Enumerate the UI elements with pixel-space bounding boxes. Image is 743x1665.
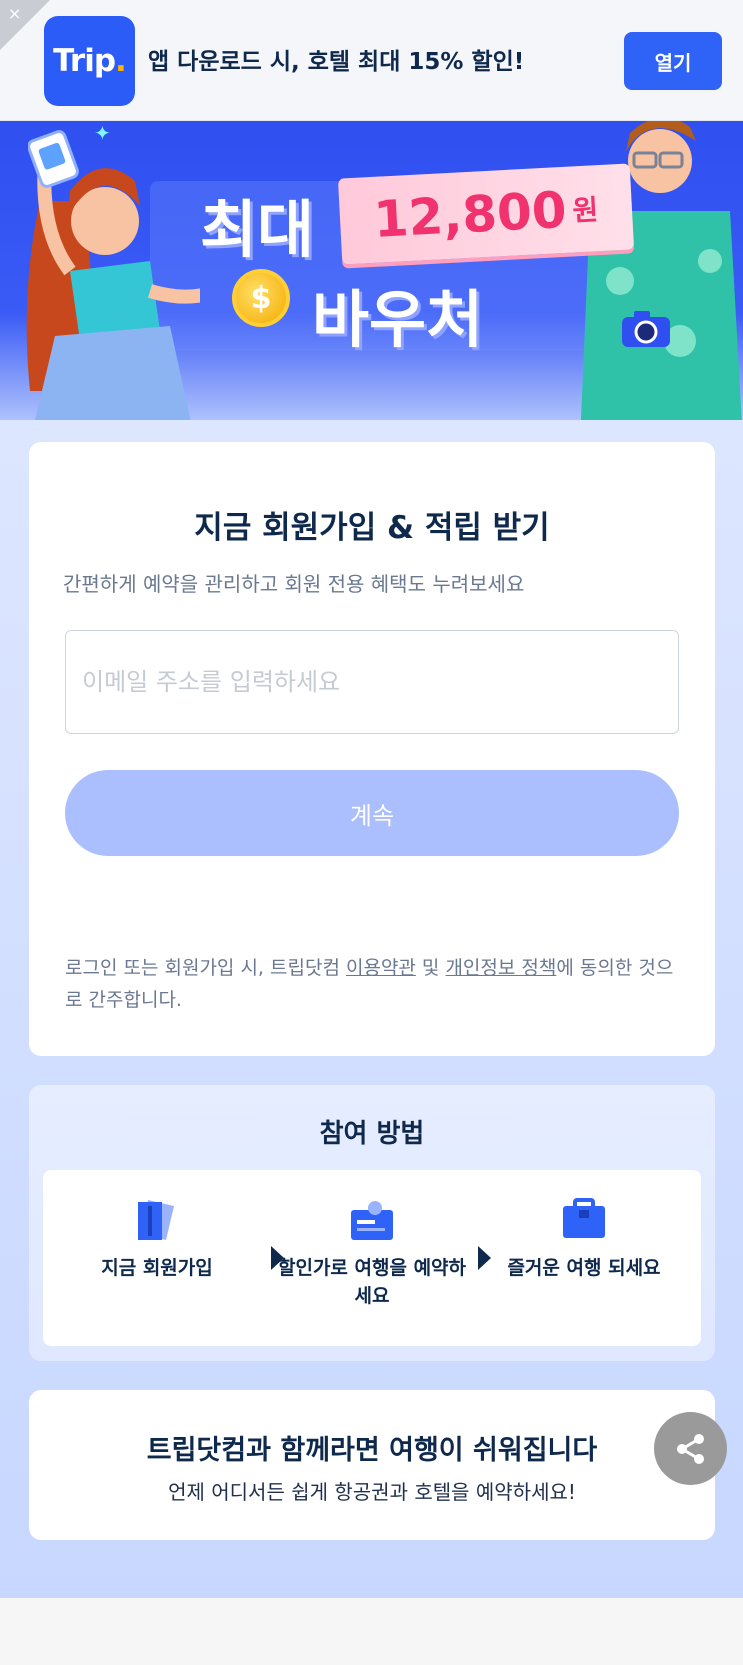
step-label: 할인가로 여행을 예약하세요 bbox=[277, 1257, 467, 1307]
phone-icon bbox=[28, 130, 79, 188]
logo-dot: . bbox=[115, 43, 127, 79]
suitcase-icon bbox=[563, 1198, 605, 1238]
terms-of-use-link[interactable]: 이용약관 bbox=[346, 957, 416, 979]
step-book: 할인가로 여행을 예약하세요 bbox=[272, 1198, 472, 1310]
voucher-amount-tag: 12,800 원 bbox=[337, 163, 635, 265]
signup-title: 지금 회원가입 & 적립 받기 bbox=[194, 510, 550, 546]
promo-card: 트립닷컴과 함께라면 여행이 쉬워집니다 언제 어디서든 쉽게 항공권과 호텔을… bbox=[29, 1390, 715, 1540]
booking-card-icon bbox=[351, 1201, 393, 1240]
promo-title: 트립닷컴과 함께라면 여행이 쉬워집니다 bbox=[146, 1435, 598, 1466]
how-to-join-card: 참여 방법 지금 회원가입 할인가로 여행을 예약하세요 즐거운 여행 되세요 bbox=[29, 1085, 715, 1361]
voucher-amount: 12,800 bbox=[372, 180, 569, 249]
step-label: 지금 회원가입 bbox=[101, 1257, 213, 1279]
step-signup: 지금 회원가입 bbox=[57, 1198, 257, 1282]
steps-panel: 지금 회원가입 할인가로 여행을 예약하세요 즐거운 여행 되세요 bbox=[43, 1170, 701, 1346]
privacy-policy-link[interactable]: 개인정보 정책 bbox=[445, 957, 556, 979]
step-enjoy: 즐거운 여행 되세요 bbox=[484, 1198, 684, 1282]
coin-icon: $ bbox=[232, 269, 290, 327]
terms-and: 및 bbox=[415, 957, 446, 979]
step-label: 즐거운 여행 되세요 bbox=[507, 1257, 661, 1279]
banner-message: 앱 다운로드 시, 호텔 최대 15% 할인! bbox=[148, 49, 525, 75]
app-download-banner: × Trip. 앱 다운로드 시, 호텔 최대 15% 할인! 열기 bbox=[0, 0, 743, 121]
logo-text: Trip bbox=[53, 43, 116, 79]
signup-card: 지금 회원가입 & 적립 받기 간편하게 예약을 관리하고 회원 전용 혜택도 … bbox=[29, 442, 715, 1056]
sparkle-icon: ✦ bbox=[94, 121, 111, 145]
voucher-hero-banner[interactable]: ✦ 12,800 원 최대 $ 바우처 bbox=[0, 121, 743, 441]
trip-app-logo: Trip. bbox=[44, 16, 135, 106]
hero-headline-voucher: 바우처 bbox=[312, 283, 484, 356]
voucher-unit: 원 bbox=[571, 193, 600, 228]
continue-button[interactable]: 계속 bbox=[65, 770, 679, 856]
ticket-icon bbox=[138, 1200, 174, 1240]
share-icon bbox=[676, 1433, 704, 1464]
bottom-bar bbox=[0, 1598, 743, 1665]
camera-icon bbox=[622, 311, 670, 347]
email-field[interactable] bbox=[65, 630, 679, 734]
open-app-button[interactable]: 열기 bbox=[624, 32, 722, 90]
close-icon[interactable]: × bbox=[8, 4, 21, 24]
hero-headline-max: 최대 bbox=[200, 193, 315, 266]
promo-subtitle: 언제 어디서든 쉽게 항공권과 호텔을 예약하세요! bbox=[168, 1480, 576, 1504]
how-to-join-title: 참여 방법 bbox=[319, 1119, 425, 1149]
signup-subtitle: 간편하게 예약을 관리하고 회원 전용 혜택도 누려보세요 bbox=[63, 572, 525, 596]
share-button[interactable] bbox=[654, 1412, 727, 1485]
terms-prefix: 로그인 또는 회원가입 시, 트립닷컴 bbox=[65, 957, 346, 979]
terms-notice: 로그인 또는 회원가입 시, 트립닷컴 이용약관 및 개인정보 정책에 동의한 … bbox=[65, 952, 685, 1016]
